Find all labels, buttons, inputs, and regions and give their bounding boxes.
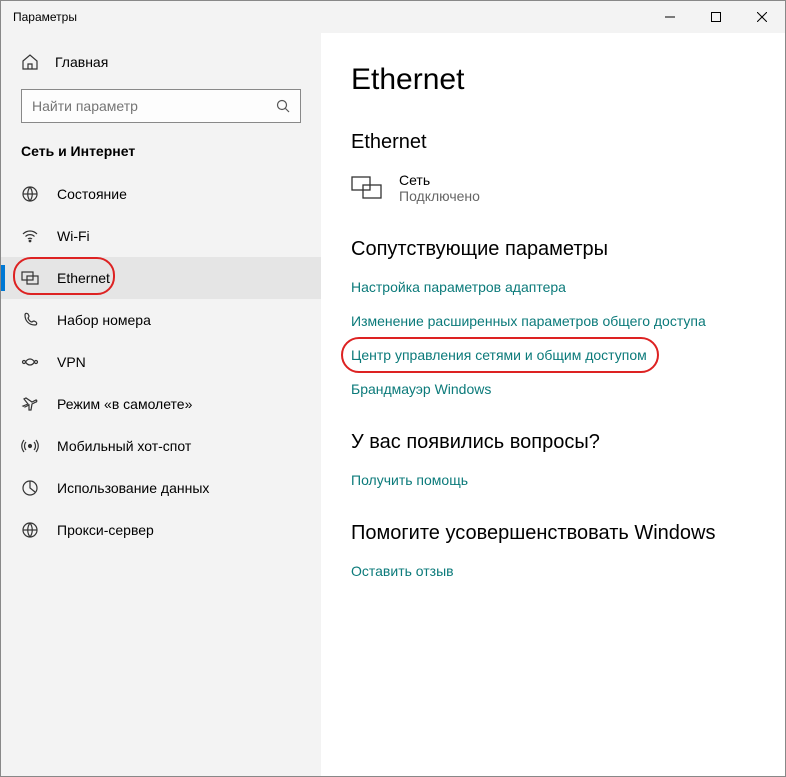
sidebar-item-status[interactable]: Состояние	[1, 173, 321, 215]
sidebar-item-label: Использование данных	[57, 480, 209, 496]
sidebar-item-label: Мобильный хот-спот	[57, 438, 191, 454]
window-controls	[647, 1, 785, 33]
link-feedback[interactable]: Оставить отзыв	[351, 563, 454, 579]
sidebar-item-label: Wi-Fi	[57, 228, 90, 244]
status-icon	[21, 185, 39, 203]
network-status-row[interactable]: Сеть Подключено	[351, 172, 755, 204]
home-link[interactable]: Главная	[1, 53, 321, 89]
sidebar-item-vpn[interactable]: VPN	[1, 341, 321, 383]
search-box[interactable]	[21, 89, 301, 123]
sidebar-item-label: Режим «в самолете»	[57, 396, 192, 412]
link-get-help[interactable]: Получить помощь	[351, 472, 468, 488]
proxy-icon	[21, 521, 39, 539]
close-button[interactable]	[739, 1, 785, 33]
wifi-icon	[21, 227, 39, 245]
hotspot-icon	[21, 437, 39, 455]
link-network-center[interactable]: Центр управления сетями и общим доступом	[351, 347, 647, 363]
sidebar-item-airplane[interactable]: Режим «в самолете»	[1, 383, 321, 425]
sidebar: Главная Сеть и Интернет Состояние	[1, 33, 321, 776]
network-status: Подключено	[399, 188, 480, 204]
sidebar-item-label: Прокси-сервер	[57, 522, 154, 538]
sidebar-item-label: Набор номера	[57, 312, 151, 328]
sidebar-item-datausage[interactable]: Использование данных	[1, 467, 321, 509]
vpn-icon	[21, 353, 39, 371]
page-title: Ethernet	[351, 63, 755, 97]
home-label: Главная	[55, 54, 108, 70]
section-title-help: У вас появились вопросы?	[351, 431, 755, 454]
sidebar-item-hotspot[interactable]: Мобильный хот-спот	[1, 425, 321, 467]
network-icon	[351, 174, 383, 202]
search-input[interactable]	[22, 98, 266, 114]
link-adapter-settings[interactable]: Настройка параметров адаптера	[351, 279, 566, 295]
sidebar-item-ethernet[interactable]: Ethernet	[1, 257, 321, 299]
section-title-improve: Помогите усовершенствовать Windows	[351, 522, 755, 545]
airplane-icon	[21, 395, 39, 413]
link-firewall[interactable]: Брандмауэр Windows	[351, 381, 491, 397]
sidebar-item-label: Состояние	[57, 186, 127, 202]
dialup-icon	[21, 311, 39, 329]
category-header: Сеть и Интернет	[1, 143, 321, 173]
network-name: Сеть	[399, 172, 480, 188]
window-title: Параметры	[13, 10, 647, 24]
sidebar-item-proxy[interactable]: Прокси-сервер	[1, 509, 321, 551]
main-panel: Ethernet Ethernet Сеть Подключено Сопутс…	[321, 33, 785, 776]
section-title-ethernet: Ethernet	[351, 131, 755, 154]
search-icon	[266, 99, 300, 113]
sidebar-item-label: Ethernet	[57, 270, 110, 286]
sidebar-item-dialup[interactable]: Набор номера	[1, 299, 321, 341]
data-usage-icon	[21, 479, 39, 497]
maximize-button[interactable]	[693, 1, 739, 33]
sidebar-item-wifi[interactable]: Wi-Fi	[1, 215, 321, 257]
home-icon	[21, 53, 39, 71]
section-title-related: Сопутствующие параметры	[351, 238, 755, 261]
minimize-button[interactable]	[647, 1, 693, 33]
ethernet-icon	[21, 269, 39, 287]
link-advanced-sharing[interactable]: Изменение расширенных параметров общего …	[351, 313, 706, 329]
sidebar-item-label: VPN	[57, 354, 86, 370]
titlebar: Параметры	[1, 1, 785, 33]
